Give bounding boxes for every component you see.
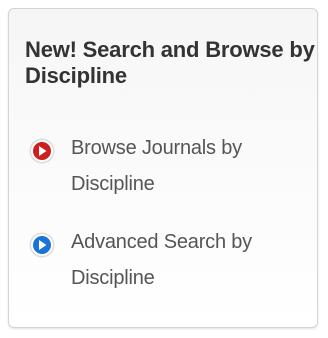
advanced-search-link-label[interactable]: Advanced Search by Discipline	[71, 224, 301, 296]
browse-journals-link-label[interactable]: Browse Journals by Discipline	[71, 130, 301, 202]
discipline-panel: New! Search and Browse by Discipline Bro…	[8, 8, 318, 328]
red-circle-arrow-icon	[29, 138, 55, 164]
panel-title: New! Search and Browse by Discipline	[25, 37, 315, 88]
blue-circle-arrow-icon	[29, 232, 55, 258]
